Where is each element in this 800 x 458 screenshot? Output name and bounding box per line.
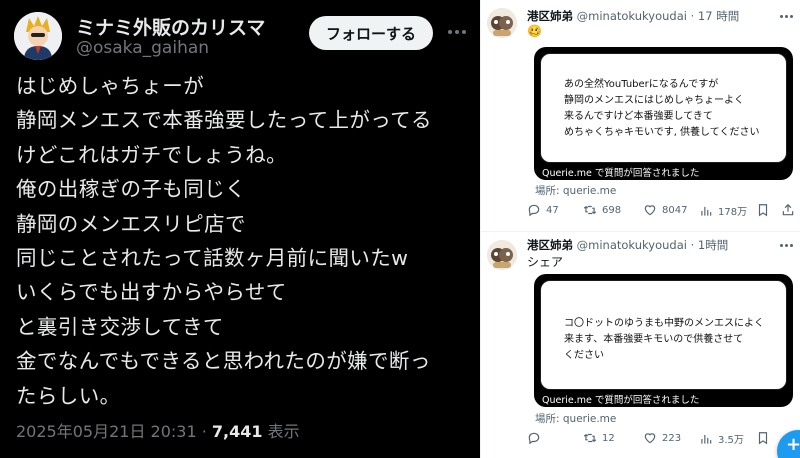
tweet-line: けどこれはガチでしょうね。 xyxy=(16,142,288,167)
tweet-header: 港区姉弟 @minatokukyoudai · 1時間 xyxy=(527,237,728,253)
author-handle[interactable]: @osaka_gaihan xyxy=(76,38,209,58)
tweet-line: はじめしゃちょーが xyxy=(16,74,205,98)
like-count: 223 xyxy=(662,432,682,444)
author-avatar[interactable] xyxy=(487,240,517,270)
share-icon xyxy=(782,203,794,216)
heart-icon xyxy=(644,205,656,216)
tweet-line: と裏引き交渉してきて xyxy=(16,314,224,339)
tweet-line: 金でなんでもできると思われたのが嫌で断っ xyxy=(16,349,431,374)
tweet-time[interactable]: 1時間 xyxy=(698,238,728,252)
card-line: 来るんですけど本番強要してきて xyxy=(564,111,713,122)
retweet-button[interactable]: 698 xyxy=(583,203,621,217)
card-line: コ〇ドットのゆうまも中野のメンエスによく xyxy=(564,318,764,329)
tweet-item[interactable]: 港区姉弟 @minatokukyoudai · 17 時間 🥴 あの全然YouT… xyxy=(481,0,800,232)
card-place[interactable]: 場所: querie.me xyxy=(535,411,616,426)
views-count: 7,441 xyxy=(211,422,263,441)
bookmark-button[interactable] xyxy=(756,431,770,445)
tweet-line: 静岡メンエスで本番強要したって上がってる xyxy=(16,108,432,133)
tweet-line: 同じことされたって話数ヶ月前に聞いたw xyxy=(16,246,409,271)
tweet-time[interactable]: 17 時間 xyxy=(698,9,739,23)
author-name[interactable]: 港区姉弟 xyxy=(527,9,573,23)
views-label: 表示 xyxy=(267,422,300,441)
more-options-icon[interactable] xyxy=(445,20,469,44)
heart-icon xyxy=(644,433,656,444)
tweet-line: いくらでも出すからやらせて xyxy=(16,280,287,305)
retweet-icon xyxy=(583,433,597,443)
reply-count: 47 xyxy=(546,204,559,216)
tweet-line: たらしい。 xyxy=(16,383,121,408)
views-icon xyxy=(701,206,712,216)
follow-button[interactable]: フォローする xyxy=(309,16,433,50)
card-place[interactable]: 場所: querie.me xyxy=(535,183,616,198)
retweet-icon xyxy=(583,205,597,215)
views-icon xyxy=(701,434,712,444)
more-options-icon[interactable] xyxy=(777,238,795,252)
card-line: 静岡のメンエスにはじめしゃちょーよく xyxy=(564,95,744,106)
plus-icon: + xyxy=(786,434,800,455)
tweet-text: シェア xyxy=(527,255,564,269)
retweet-count: 12 xyxy=(602,432,615,444)
tweet-header: 港区姉弟 @minatokukyoudai · 17 時間 xyxy=(527,8,739,24)
action-bar: 47 698 8047 178万 xyxy=(527,203,797,219)
tweet-text: はじめしゃちょーが 静岡メンエスで本番強要したって上がってる けどこれはガチでし… xyxy=(16,69,476,413)
share-button[interactable] xyxy=(781,203,795,217)
like-count: 8047 xyxy=(662,204,688,216)
card-line: あの全然YouTuberになるんですが xyxy=(564,79,719,90)
views-button[interactable]: 178万 xyxy=(699,203,747,218)
card-line: 来ます、本番強要キモいので供養させて xyxy=(564,334,744,345)
tweet-meta: 2025年05月21日 20:31 · 7,441 表示 xyxy=(16,418,300,442)
left-tweet-panel: ミナミ外販のカリスマ @osaka_gaihan フォローする はじめしゃちょー… xyxy=(0,0,480,458)
tweet-text: 🥴 xyxy=(527,24,542,38)
meta-separator: · xyxy=(690,238,695,252)
right-tweet-panel: 港区姉弟 @minatokukyoudai · 17 時間 🥴 あの全然YouT… xyxy=(480,0,800,458)
like-button[interactable]: 223 xyxy=(643,431,681,445)
views-count: 3.5万 xyxy=(718,435,744,446)
author-handle[interactable]: @minatokukyoudai xyxy=(577,9,687,23)
bookmark-icon xyxy=(758,432,768,445)
bookmark-icon xyxy=(758,204,768,217)
views-count: 178万 xyxy=(718,207,748,218)
author-avatar[interactable] xyxy=(487,8,517,38)
querie-card[interactable]: あの全然YouTuberになるんですが 静岡のメンエスにはじめしゃちょーよく 来… xyxy=(534,47,793,180)
reply-button[interactable] xyxy=(527,431,546,445)
reply-button[interactable]: 47 xyxy=(527,203,559,217)
action-bar: 12 223 3.5万 xyxy=(527,431,797,447)
like-button[interactable]: 8047 xyxy=(643,203,687,217)
card-line: めちゃくちゃキモいです, 供養してください xyxy=(564,127,760,138)
tweet-item[interactable]: 港区姉弟 @minatokukyoudai · 1時間 シェア コ〇ドットのゆう… xyxy=(481,232,800,458)
meta-separator: · xyxy=(690,9,695,23)
author-name[interactable]: 港区姉弟 xyxy=(527,238,573,252)
author-avatar[interactable] xyxy=(14,12,62,60)
more-options-icon[interactable] xyxy=(777,9,795,23)
author-name[interactable]: ミナミ外販のカリスマ xyxy=(76,13,265,40)
author-handle[interactable]: @minatokukyoudai xyxy=(577,238,687,252)
tweet-line: 俺の出稼ぎの子も同じく xyxy=(16,177,246,202)
meta-separator: · xyxy=(201,422,207,441)
card-line: ください xyxy=(564,350,604,361)
querie-card[interactable]: コ〇ドットのゆうまも中野のメンエスによく 来ます、本番強要キモいので供養させて … xyxy=(534,274,793,407)
views-button[interactable]: 3.5万 xyxy=(699,431,744,446)
retweet-button[interactable]: 12 xyxy=(583,431,615,445)
reply-icon xyxy=(528,204,540,217)
card-caption: Querie.me で質問が回答されました xyxy=(539,164,703,180)
bookmark-button[interactable] xyxy=(756,203,770,217)
retweet-count: 698 xyxy=(602,204,622,216)
card-caption: Querie.me で質問が回答されました xyxy=(539,391,703,407)
tweet-line: 静岡のメンエスリピ店で xyxy=(16,211,246,236)
reply-icon xyxy=(528,432,540,445)
tweet-timestamp[interactable]: 2025年05月21日 20:31 xyxy=(16,422,197,441)
